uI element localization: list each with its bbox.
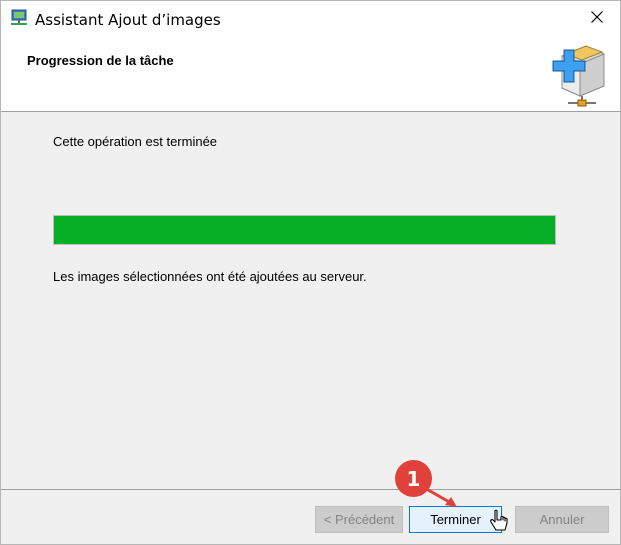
title-bar: Assistant Ajout d’images	[1, 1, 620, 37]
wizard-header: Progression de la tâche	[1, 37, 620, 112]
hand-cursor-icon	[489, 509, 509, 535]
box-add-network-icon	[552, 42, 610, 108]
monitor-network-icon	[10, 9, 28, 27]
pointer-arrow	[422, 485, 457, 507]
page-title: Progression de la tâche	[27, 53, 174, 68]
close-button[interactable]	[574, 1, 620, 37]
previous-button[interactable]: < Précédent	[315, 506, 403, 533]
wizard-window: Assistant Ajout d’images Progression de …	[0, 0, 621, 545]
progress-fill	[54, 216, 555, 244]
status-label: Cette opération est terminée	[53, 134, 218, 149]
close-icon	[591, 10, 603, 28]
window-title: Assistant Ajout d’images	[35, 11, 221, 29]
cancel-button[interactable]: Annuler	[515, 506, 609, 533]
progress-bar	[53, 215, 556, 245]
footer-divider	[1, 489, 620, 490]
result-message: Les images sélectionnées ont été ajoutée…	[53, 269, 367, 284]
